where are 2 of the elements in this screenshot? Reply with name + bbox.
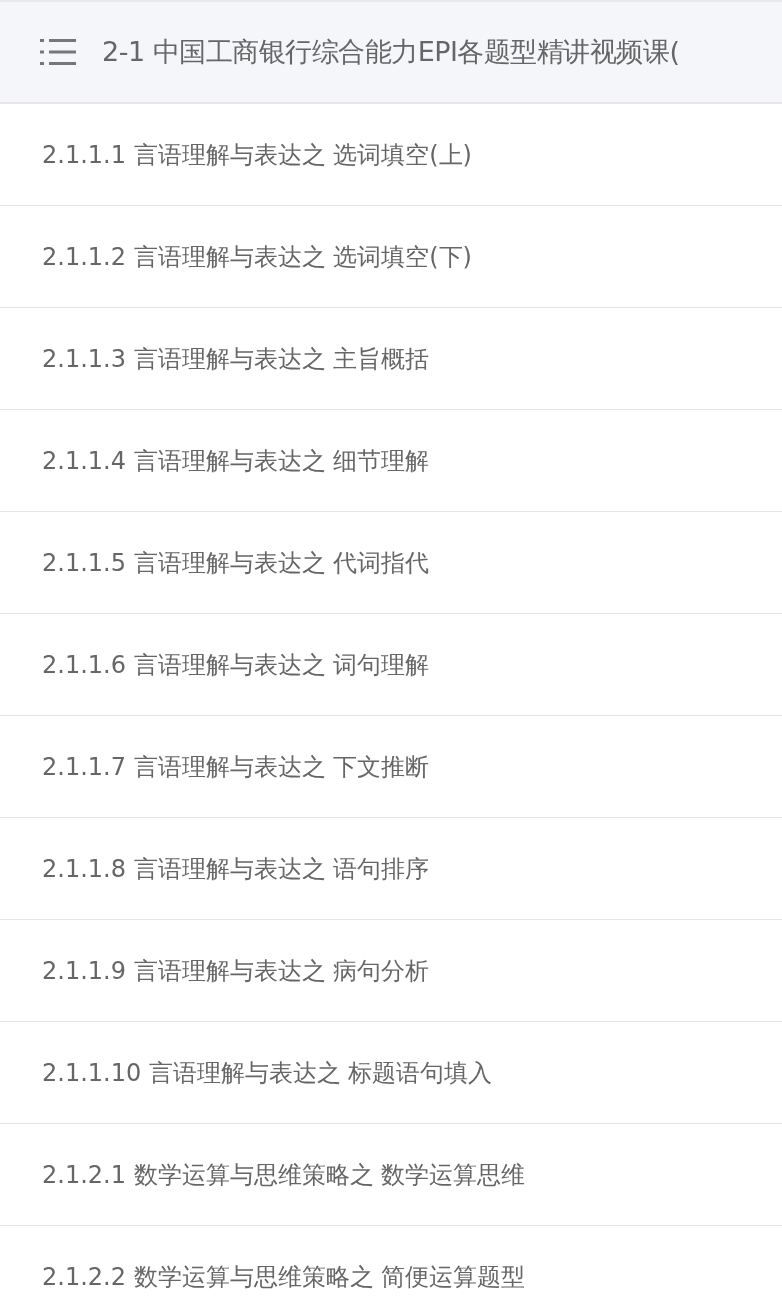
- menu-icon[interactable]: [40, 37, 76, 67]
- course-title: 2-1 中国工商银行综合能力EPI各题型精讲视频课(: [102, 35, 680, 69]
